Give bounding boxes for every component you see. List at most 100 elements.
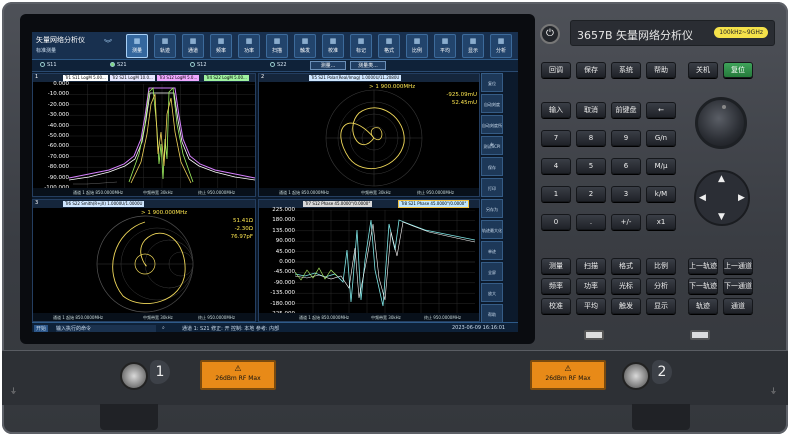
- toolbar-button-4[interactable]: ▦ 功率: [238, 34, 260, 58]
- key-row2-3[interactable]: ←: [646, 102, 676, 118]
- func-key-2-1[interactable]: 平均: [576, 298, 606, 314]
- keypad-0-2[interactable]: 9: [611, 130, 641, 146]
- keypad-3-3[interactable]: x1: [646, 214, 676, 230]
- start-button[interactable]: 开始: [34, 325, 49, 332]
- softkey-8[interactable]: 单迹: [481, 241, 503, 260]
- softkey-11[interactable]: 帮助: [481, 304, 503, 323]
- func-key-0-3[interactable]: 比例: [646, 258, 676, 274]
- trace-tag-tr7[interactable]: Tr7 S12 Phase 45.0000°/0.0000°: [303, 201, 373, 207]
- nav-key-1-1[interactable]: 下一通道: [723, 278, 753, 294]
- keypad-2-3[interactable]: k/M: [646, 186, 676, 202]
- key-row1-3[interactable]: 帮助: [646, 62, 676, 78]
- measure-more-button[interactable]: 测量...: [310, 61, 346, 70]
- param-s11[interactable]: S11: [40, 62, 57, 68]
- key-row2-1[interactable]: 取消: [576, 102, 606, 118]
- toolbar-button-3[interactable]: ▦ 频率: [210, 34, 232, 58]
- trace-tag-tr2[interactable]: Tr2 S21 LogM 10.0...: [110, 75, 155, 81]
- trace-tag-tr3[interactable]: Tr3 S12 LogM 5.0...: [157, 75, 200, 81]
- func-key-1-3[interactable]: 分析: [646, 278, 676, 294]
- nav-key-1-0[interactable]: 下一轨迹: [688, 278, 718, 294]
- func-key-0-2[interactable]: 格式: [611, 258, 641, 274]
- arrow-pad[interactable]: ▲ ▼ ◀ ▶: [694, 170, 750, 226]
- key-row2-0[interactable]: 输入: [541, 102, 571, 118]
- toolbar-button-1[interactable]: ▦ 轨迹: [154, 34, 176, 58]
- keypad-1-3[interactable]: M/μ: [646, 158, 676, 174]
- trace-tag-tr5[interactable]: Tr5 S21 Polar(Real/Imag) 1.0000U/11.2080…: [309, 75, 402, 81]
- key-row1-0[interactable]: 回调: [541, 62, 571, 78]
- toolbar-button-12[interactable]: ▦ 显示: [462, 34, 484, 58]
- search-icon[interactable]: ⌕: [162, 325, 165, 331]
- window-4[interactable]: Tr7 S12 Phase 45.0000°/0.0000° Tr8 S21 P…: [258, 199, 480, 322]
- nav-key-2-1[interactable]: 通道: [723, 298, 753, 314]
- func-key-2-3[interactable]: 显示: [646, 298, 676, 314]
- keypad-3-1[interactable]: .: [576, 214, 606, 230]
- softkey-2[interactable]: 自动刻度所有: [481, 115, 503, 147]
- y-tick-label: -10.000: [47, 91, 69, 98]
- softkey-3[interactable]: 测试SCPI: [481, 136, 503, 155]
- up-arrow-icon[interactable]: ▲: [718, 174, 725, 184]
- power-button[interactable]: ⏻: [540, 24, 560, 44]
- param-s12[interactable]: S12: [190, 62, 207, 68]
- trace-tag-tr6[interactable]: Tr6 S22 Smith(R+jX) 1.0000U/1.0000U: [63, 201, 145, 207]
- softkey-5[interactable]: 打印: [481, 178, 503, 197]
- func-key-1-1[interactable]: 功率: [576, 278, 606, 294]
- softkey-4[interactable]: 保存: [481, 157, 503, 176]
- left-arrow-icon[interactable]: ◀: [699, 193, 706, 203]
- toolbar-button-7[interactable]: ▦ 校准: [322, 34, 344, 58]
- softkey-10[interactable]: 放大: [481, 283, 503, 302]
- window-1[interactable]: 1 Tr1 S11 LogM 5.00... Tr2 S21 LogM 10.0…: [32, 73, 256, 197]
- nav-key-0-1[interactable]: 上一通道: [723, 258, 753, 274]
- command-input[interactable]: 输入执行的命令: [56, 325, 156, 332]
- param-s22[interactable]: S22: [270, 62, 287, 68]
- window-3[interactable]: 3 Tr6 S22 Smith(R+jX) 1.0000U/1.0000U > …: [32, 199, 256, 322]
- rotary-knob[interactable]: [695, 97, 747, 149]
- keypad-2-2[interactable]: 3: [611, 186, 641, 202]
- measure-class-button[interactable]: 测量类...: [350, 61, 386, 70]
- func-key-2-2[interactable]: 触发: [611, 298, 641, 314]
- toolbar-button-8[interactable]: ▦ 标记: [350, 34, 372, 58]
- toolbar-button-11[interactable]: ▦ 平均: [434, 34, 456, 58]
- keypad-0-0[interactable]: 7: [541, 130, 571, 146]
- keypad-0-3[interactable]: G/n: [646, 130, 676, 146]
- window-2[interactable]: 2 Tr5 S21 Polar(Real/Imag) 1.0000U/11.20…: [258, 73, 480, 197]
- key-row1-1[interactable]: 保存: [576, 62, 606, 78]
- toolbar-button-5[interactable]: ▦ 扫描: [266, 34, 288, 58]
- trace-tag-tr8[interactable]: Tr8 S21 Phase 45.0000°/0.0000°: [397, 200, 470, 208]
- toolbar-button-9[interactable]: ▦ 格式: [378, 34, 400, 58]
- toolbar-button-13[interactable]: ▦ 分析: [490, 34, 512, 58]
- keypad-1-0[interactable]: 4: [541, 158, 571, 174]
- keypad-2-1[interactable]: 2: [576, 186, 606, 202]
- func-key-0-1[interactable]: 扫描: [576, 258, 606, 274]
- toolbar-button-6[interactable]: ▦ 触发: [294, 34, 316, 58]
- softkey-7[interactable]: 轨迹最大化: [481, 220, 503, 239]
- param-s21[interactable]: S21: [110, 62, 127, 68]
- reset-key[interactable]: 复位: [723, 62, 753, 78]
- keypad-3-2[interactable]: +/-: [611, 214, 641, 230]
- func-key-2-0[interactable]: 校准: [541, 298, 571, 314]
- trace-tag-tr1[interactable]: Tr1 S11 LogM 5.00...: [63, 75, 108, 81]
- toolbar-button-10[interactable]: ▦ 比例: [406, 34, 428, 58]
- softkey-9[interactable]: 全屏: [481, 262, 503, 281]
- keypad-3-0[interactable]: 0: [541, 214, 571, 230]
- softkey-0[interactable]: 复位: [481, 73, 503, 92]
- toolbar-button-0[interactable]: ▦ 测量: [126, 34, 148, 58]
- toolbar-button-2[interactable]: ▦ 通道: [182, 34, 204, 58]
- func-key-1-0[interactable]: 频率: [541, 278, 571, 294]
- trace-tag-tr4[interactable]: Tr4 S22 LogM 5.00...: [204, 75, 249, 81]
- softkey-1[interactable]: 自动刻度: [481, 94, 503, 113]
- keypad-1-2[interactable]: 6: [611, 158, 641, 174]
- key-row1-2[interactable]: 系统: [611, 62, 641, 78]
- keypad-0-1[interactable]: 8: [576, 130, 606, 146]
- down-arrow-icon[interactable]: ▼: [718, 212, 725, 222]
- nav-key-0-0[interactable]: 上一轨迹: [688, 258, 718, 274]
- keypad-1-1[interactable]: 5: [576, 158, 606, 174]
- func-key-0-0[interactable]: 测量: [541, 258, 571, 274]
- nav-key-2-0[interactable]: 轨迹: [688, 298, 718, 314]
- softkey-6[interactable]: 另存为: [481, 199, 503, 218]
- chevron-down-icon[interactable]: ︾: [104, 38, 112, 49]
- keypad-2-0[interactable]: 1: [541, 186, 571, 202]
- shutdown-key[interactable]: 关机: [688, 62, 718, 78]
- func-key-1-2[interactable]: 光标: [611, 278, 641, 294]
- right-arrow-icon[interactable]: ▶: [738, 193, 745, 203]
- key-row2-2[interactable]: 前键盘: [611, 102, 641, 118]
